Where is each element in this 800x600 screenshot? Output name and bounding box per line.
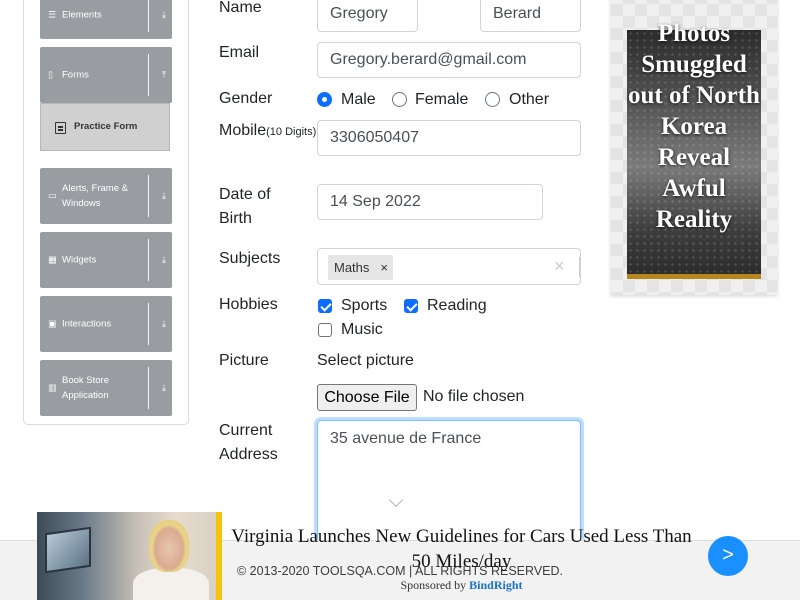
gender-option-label[interactable]: Male [341, 90, 376, 110]
mobile-input[interactable]: 3306050407 [317, 120, 581, 156]
sidebar-group-label: Forms [62, 69, 89, 81]
sidebar-group-label: Interactions [62, 318, 112, 330]
side-advertisement[interactable]: Photos Smuggled out of North Korea Revea… [611, 0, 777, 295]
gender-radio-other[interactable] [485, 92, 500, 107]
select-picture-label: Select picture [317, 352, 414, 369]
gender-label: Gender [219, 90, 273, 107]
ad-image-monitor [45, 526, 91, 574]
download-arrow-icon: ⤓ [162, 190, 166, 201]
gender-option-label[interactable]: Female [415, 90, 468, 110]
download-arrow-icon: ⤓ [162, 254, 166, 265]
dob-label-line: Date of [219, 186, 271, 203]
sidebar-group-label: Widgets [62, 254, 97, 266]
list-icon: ☰ [48, 9, 57, 20]
sidebar-group-elements[interactable]: ☰ Elements ⤓ [40, 0, 172, 39]
divider [148, 239, 149, 281]
gender-option-label[interactable]: Other [509, 90, 549, 110]
ad-title[interactable]: Virginia Launches New Guidelines for Car… [230, 524, 693, 574]
download-arrow-icon: ⤓ [162, 318, 166, 329]
sidebar-group-label: Elements [62, 9, 102, 21]
hobby-checkbox-sports[interactable] [318, 299, 332, 313]
ad-next-button[interactable]: > [708, 536, 748, 576]
subjects-label: Subjects [219, 250, 281, 267]
sidebar-group-label: Alerts, Frame & Windows [62, 183, 128, 209]
sponsored-by-label: Sponsored by [400, 578, 467, 592]
last-name-input[interactable]: Berard [480, 0, 581, 32]
ad-image-accent [216, 512, 222, 600]
divider [148, 0, 149, 32]
sidebar-group-interactions[interactable]: ▣ Interactions ⤓ [40, 296, 172, 352]
hobbies-label: Hobbies [219, 296, 278, 313]
address-label: Current Address [219, 419, 278, 467]
subject-chip-label: Maths [334, 260, 370, 275]
sidebar-item-practice-form[interactable]: Practice Form [40, 103, 170, 151]
hobby-label[interactable]: Music [341, 320, 383, 340]
download-arrow-icon: ⤓ [162, 9, 166, 20]
upload-arrow-icon: ⤒ [162, 69, 166, 80]
sidebar: ☰ Elements ⤓ ▯ Forms ⤒ Practice Form ▭ A… [23, 0, 189, 425]
ad-image-person [133, 568, 209, 600]
ad-image[interactable] [37, 512, 222, 600]
sidebar-group-widgets[interactable]: ▦ Widgets ⤓ [40, 232, 172, 288]
divider [148, 303, 149, 345]
email-input[interactable]: Gregory.berard@gmail.com [317, 42, 581, 78]
ad-sponsor-line: Sponsored by BindRight [230, 578, 693, 592]
remove-subject-icon[interactable]: × [375, 255, 393, 280]
hobby-label[interactable]: Reading [427, 296, 487, 316]
gender-radio-female[interactable] [392, 92, 407, 107]
first-name-input[interactable]: Gregory [317, 0, 418, 32]
hobby-checkbox-music[interactable] [318, 323, 332, 337]
picture-label: Picture [219, 352, 269, 369]
date-of-birth-input[interactable]: 14 Sep 2022 [317, 184, 543, 220]
choose-file-button[interactable]: Choose File [317, 384, 417, 411]
divider [579, 257, 580, 277]
form-icon [55, 122, 66, 134]
divider [148, 54, 149, 96]
sidebar-group-label: Book Store Application [62, 375, 109, 401]
mobile-label-text: Mobile [219, 122, 267, 139]
sponsor-link[interactable]: BindRight [469, 578, 522, 592]
dob-label-line: Birth [219, 210, 252, 227]
clear-icon[interactable]: × [554, 256, 565, 276]
window-icon: ▭ [48, 190, 57, 201]
subject-chip: Maths × [328, 255, 393, 280]
subjects-input[interactable]: Maths × × [317, 248, 581, 285]
divider [148, 367, 149, 409]
gender-radio-male[interactable] [317, 92, 332, 107]
sidebar-group-forms[interactable]: ▯ Forms ⤒ [40, 47, 172, 103]
ad-headline[interactable]: Photos Smuggled out of North Korea Revea… [627, 18, 761, 235]
grid-icon: ▦ [48, 254, 57, 265]
sidebar-group-book-store[interactable]: ▥ Book Store Application ⤓ [40, 360, 172, 416]
download-arrow-icon: ⤓ [162, 382, 166, 393]
document-icon: ▯ [48, 69, 53, 80]
hobby-label[interactable]: Sports [341, 296, 387, 316]
page: ☰ Elements ⤓ ▯ Forms ⤒ Practice Form ▭ A… [0, 0, 800, 600]
sidebar-item-label: Practice Form [74, 121, 138, 132]
ad-image-person-head [149, 520, 189, 572]
dob-label: Date of Birth [219, 183, 271, 231]
ad-accent-bar [627, 274, 761, 279]
address-label-line: Current [219, 422, 273, 439]
book-icon: ▥ [48, 382, 57, 393]
file-status: No file chosen [423, 388, 525, 405]
address-label-line: Address [219, 446, 278, 463]
divider [148, 175, 149, 217]
sidebar-group-alerts[interactable]: ▭ Alerts, Frame & Windows ⤓ [40, 168, 172, 224]
name-label: Name [219, 0, 262, 16]
hobby-checkbox-reading[interactable] [404, 299, 418, 313]
interaction-icon: ▣ [48, 318, 57, 329]
email-label: Email [219, 44, 260, 61]
